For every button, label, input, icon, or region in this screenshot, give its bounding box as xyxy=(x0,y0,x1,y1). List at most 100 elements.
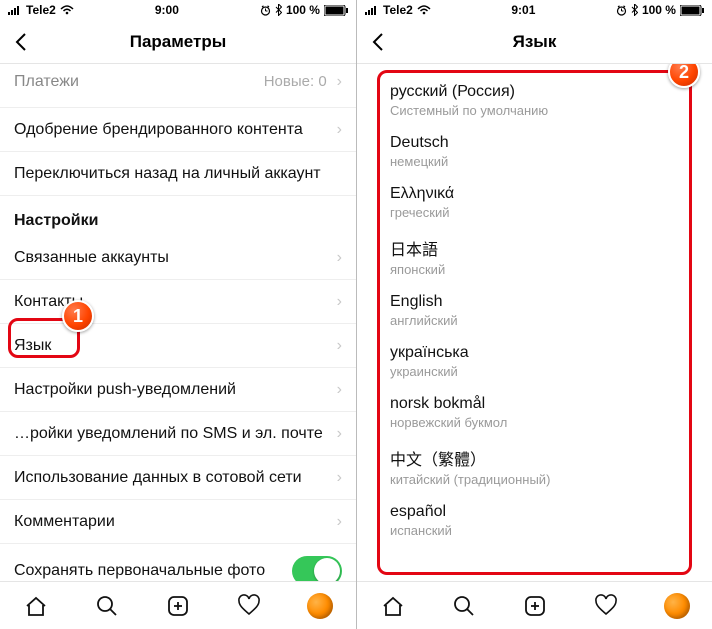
lang-sub: испанский xyxy=(390,523,679,538)
row-label: Платежи xyxy=(14,73,264,91)
row-language[interactable]: Язык › xyxy=(0,324,356,368)
phone-right: Tele2 9:01 100 % Язык русский (Россия) Си… xyxy=(356,0,712,629)
phone-left: Tele2 9:00 100 % Параметры Платежи Новые… xyxy=(0,0,356,629)
row-push-notifications[interactable]: Настройки push-уведомлений › xyxy=(0,368,356,412)
language-option[interactable]: 日本語японский xyxy=(388,230,681,287)
section-header: Настройки xyxy=(0,196,356,236)
language-list: русский (Россия) Системный по умолчанию D… xyxy=(377,70,692,575)
tab-profile[interactable] xyxy=(663,592,691,620)
wifi-icon xyxy=(60,5,74,15)
tabbar xyxy=(357,581,712,629)
battery-percent: 100 % xyxy=(642,3,676,17)
lang-sub: английский xyxy=(390,313,679,328)
settings-content: Платежи Новые: 0 › Одобрение брендирован… xyxy=(0,64,356,581)
row-sms-email-notifications[interactable]: …ройки уведомлений по SMS и эл. почте › xyxy=(0,412,356,456)
tab-add[interactable] xyxy=(164,592,192,620)
row-label: Одобрение брендированного контента xyxy=(14,121,333,139)
chevron-right-icon: › xyxy=(337,513,342,531)
tab-search[interactable] xyxy=(93,592,121,620)
carrier-label: Tele2 xyxy=(383,3,413,17)
language-option[interactable]: English английский xyxy=(388,287,681,338)
status-bar: Tele2 9:01 100 % xyxy=(357,0,712,20)
lang-sub: греческий xyxy=(390,205,679,220)
profile-avatar-icon xyxy=(307,593,333,619)
chevron-right-icon: › xyxy=(337,425,342,443)
lang-name: norsk bokmål xyxy=(390,395,679,413)
row-label: Настройки push-уведомлений xyxy=(14,381,333,399)
alarm-icon xyxy=(260,5,271,16)
row-contacts[interactable]: Контакты › xyxy=(0,280,356,324)
page-title: Язык xyxy=(513,32,557,52)
language-option[interactable]: українська украинский xyxy=(388,338,681,389)
chevron-right-icon: › xyxy=(337,249,342,267)
bluetooth-icon xyxy=(275,4,282,16)
language-option[interactable]: Ελληνικά греческий xyxy=(388,179,681,230)
lang-name: русский (Россия) xyxy=(390,83,679,101)
lang-sub: норвежский букмол xyxy=(390,415,679,430)
lang-name: español xyxy=(390,503,679,521)
language-option[interactable]: Deutsch немецкий xyxy=(388,128,681,179)
tab-activity[interactable] xyxy=(235,592,263,620)
nav-bar: Параметры xyxy=(0,20,356,64)
chevron-right-icon: › xyxy=(337,469,342,487)
clock-label: 9:01 xyxy=(511,3,535,17)
battery-percent: 100 % xyxy=(286,3,320,17)
row-label: …ройки уведомлений по SMS и эл. почте xyxy=(14,425,333,443)
tabbar xyxy=(0,581,356,629)
row-switch-personal[interactable]: Переключиться назад на личный аккаунт xyxy=(0,152,356,196)
toggle-save-original[interactable] xyxy=(292,556,342,581)
lang-name: English xyxy=(390,293,679,311)
lang-sub: китайский (традиционный) xyxy=(390,472,679,487)
row-label: Язык xyxy=(14,337,333,355)
signal-icon xyxy=(365,5,379,15)
back-button[interactable] xyxy=(6,27,36,57)
lang-name: 中文（繁體） xyxy=(390,446,679,470)
row-cellular-data[interactable]: Использование данных в сотовой сети › xyxy=(0,456,356,500)
page-title: Параметры xyxy=(130,32,227,52)
tab-search[interactable] xyxy=(450,592,478,620)
clock-label: 9:00 xyxy=(155,3,179,17)
row-branded-content[interactable]: Одобрение брендированного контента › xyxy=(0,108,356,152)
row-label: Контакты xyxy=(14,293,333,311)
lang-sub: немецкий xyxy=(390,154,679,169)
chevron-right-icon: › xyxy=(337,293,342,311)
language-option[interactable]: русский (Россия) Системный по умолчанию xyxy=(388,77,681,128)
row-payments[interactable]: Платежи Новые: 0 › xyxy=(0,64,356,108)
tab-activity[interactable] xyxy=(592,592,620,620)
row-save-original-photos: Сохранять первоначальные фото xyxy=(0,544,356,581)
alarm-icon xyxy=(616,5,627,16)
lang-name: Deutsch xyxy=(390,134,679,152)
chevron-right-icon: › xyxy=(337,121,342,139)
tab-home[interactable] xyxy=(379,592,407,620)
tab-home[interactable] xyxy=(22,592,50,620)
tab-profile[interactable] xyxy=(306,592,334,620)
language-content: русский (Россия) Системный по умолчанию D… xyxy=(357,64,712,581)
row-linked-accounts[interactable]: Связанные аккаунты › xyxy=(0,236,356,280)
lang-sub: Системный по умолчанию xyxy=(390,103,679,118)
chevron-right-icon: › xyxy=(337,337,342,355)
annotation-badge-1: 1 xyxy=(62,300,94,332)
row-comments[interactable]: Комментарии › xyxy=(0,500,356,544)
lang-sub: украинский xyxy=(390,364,679,379)
battery-icon xyxy=(680,5,704,16)
profile-avatar-icon xyxy=(664,593,690,619)
lang-name: Ελληνικά xyxy=(390,185,679,203)
tab-add[interactable] xyxy=(521,592,549,620)
row-label: Переключиться назад на личный аккаунт xyxy=(14,165,342,183)
battery-icon xyxy=(324,5,348,16)
nav-bar: Язык xyxy=(357,20,712,64)
lang-sub: японский xyxy=(390,262,679,277)
row-label: Связанные аккаунты xyxy=(14,249,333,267)
row-label: Сохранять первоначальные фото xyxy=(14,562,292,580)
language-option[interactable]: norsk bokmål норвежский букмол xyxy=(388,389,681,440)
language-option[interactable]: español испанский xyxy=(388,497,681,548)
signal-icon xyxy=(8,5,22,15)
row-label: Использование данных в сотовой сети xyxy=(14,469,333,487)
lang-name: українська xyxy=(390,344,679,362)
chevron-right-icon: › xyxy=(337,73,342,91)
back-button[interactable] xyxy=(363,27,393,57)
language-option[interactable]: 中文（繁體） китайский (традиционный) xyxy=(388,440,681,497)
wifi-icon xyxy=(417,5,431,15)
bluetooth-icon xyxy=(631,4,638,16)
carrier-label: Tele2 xyxy=(26,3,56,17)
